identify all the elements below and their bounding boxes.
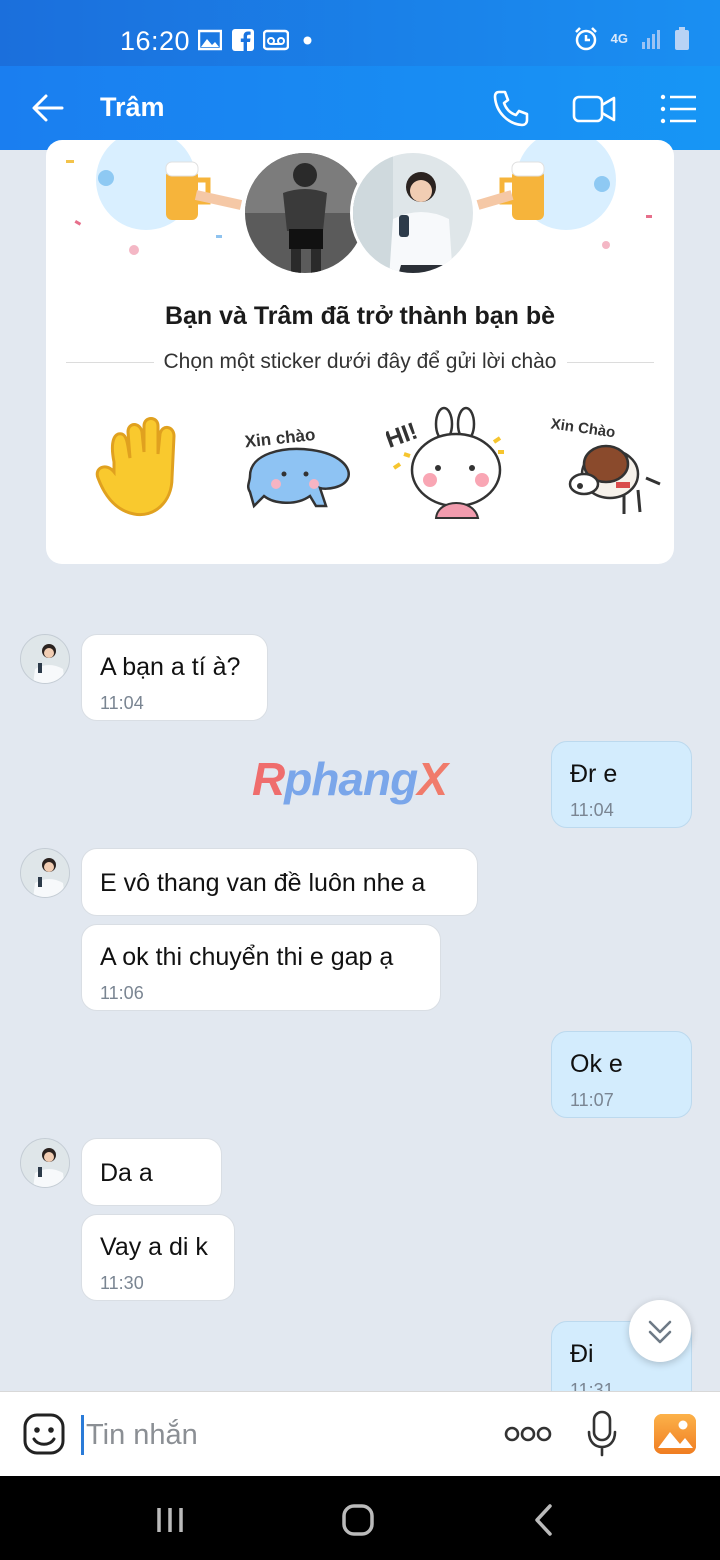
more-options-icon[interactable] xyxy=(503,1410,553,1458)
message-time: 11:06 xyxy=(100,983,144,1003)
message-text: E vô thang van đề luôn nhe a xyxy=(100,869,426,897)
voice-call-icon[interactable] xyxy=(488,86,534,132)
friend-card-subtitle: Chọn một sticker dưới đây để gửi lời chà… xyxy=(163,350,557,373)
facebook-notification-icon xyxy=(232,29,254,51)
signal-icon xyxy=(642,30,660,49)
status-bar: 16:20 4G xyxy=(0,0,720,66)
chat-options-menu-icon[interactable] xyxy=(656,86,702,132)
contact-avatar[interactable] xyxy=(20,848,70,898)
contact-name[interactable]: Trâm xyxy=(100,92,165,123)
double-chevron-down-icon xyxy=(648,1320,672,1344)
hi-bunny-sticker[interactable]: HI! xyxy=(386,402,506,526)
beer-mug-right-icon xyxy=(512,170,544,220)
message-text: A bạn a tí à? xyxy=(100,653,241,681)
message-bubble-incoming[interactable]: Vay a di k 11:30 xyxy=(81,1214,235,1301)
home-icon[interactable] xyxy=(336,1498,380,1542)
friend-card-subtitle-row: Chọn một sticker dưới đây để gửi lời chà… xyxy=(66,350,654,374)
xin-chao-dog-sticker[interactable]: Xin Chào xyxy=(546,402,666,526)
message-input[interactable] xyxy=(86,1412,466,1458)
message-time: 11:07 xyxy=(570,1090,614,1110)
divider-right xyxy=(566,361,654,363)
back-arrow-icon[interactable] xyxy=(28,88,68,128)
message-text: Đi xyxy=(570,1340,594,1368)
message-text: Vay a di k xyxy=(100,1233,208,1261)
voicemail-notification-icon xyxy=(263,29,289,51)
gallery-notification-icon xyxy=(198,29,222,51)
sticker-caption-xin-chao-dog: Xin Chào xyxy=(550,416,617,442)
system-navigation-bar xyxy=(0,1476,720,1560)
video-call-icon[interactable] xyxy=(571,86,617,132)
message-composer xyxy=(0,1391,720,1476)
recent-apps-icon[interactable] xyxy=(148,1498,192,1542)
divider-left xyxy=(66,361,154,363)
message-text: Đr e xyxy=(570,760,618,788)
beer-mug-left-icon xyxy=(166,170,198,220)
status-time: 16:20 xyxy=(120,26,191,56)
new-friend-card: Bạn và Trâm đã trở thành bạn bè Chọn một… xyxy=(46,140,674,564)
waving-hand-sticker[interactable] xyxy=(84,402,204,526)
more-notifications-dot-icon xyxy=(303,36,312,45)
scroll-to-bottom-button[interactable] xyxy=(629,1300,691,1362)
chat-header: Trâm xyxy=(0,66,720,150)
message-bubble-incoming[interactable]: A ok thi chuyển thi e gap ạ 11:06 xyxy=(81,924,441,1011)
message-text: A ok thi chuyển thi e gap ạ xyxy=(100,943,394,971)
message-bubble-outgoing[interactable]: Ok e 11:07 xyxy=(551,1031,692,1118)
sticker-caption-hi: HI! xyxy=(386,417,421,453)
message-time: 11:30 xyxy=(100,1273,144,1293)
nav-back-icon[interactable] xyxy=(522,1498,566,1542)
image-picker-icon[interactable] xyxy=(653,1410,697,1458)
status-right-group: 4G xyxy=(573,26,690,52)
xin-chao-blob-sticker[interactable]: Xin chào xyxy=(236,402,356,526)
message-time: 11:04 xyxy=(100,693,144,713)
message-bubble-incoming[interactable]: A bạn a tí à? 11:04 xyxy=(81,634,268,721)
message-time: 11:04 xyxy=(570,800,614,820)
contact-avatar-large xyxy=(350,150,476,276)
microphone-icon[interactable] xyxy=(586,1410,618,1458)
sticker-caption-xin-chao: Xin chào xyxy=(244,425,316,451)
message-bubble-incoming[interactable]: E vô thang van đề luôn nhe a xyxy=(81,848,478,916)
sticker-emoji-icon[interactable] xyxy=(22,1412,66,1456)
alarm-icon xyxy=(574,27,597,51)
friend-card-headline: Bạn và Trâm đã trở thành bạn bè xyxy=(164,302,556,330)
text-cursor xyxy=(81,1415,84,1455)
message-bubble-incoming[interactable]: Da a xyxy=(81,1138,222,1206)
message-bubble-outgoing[interactable]: Đr e 11:04 xyxy=(551,741,692,828)
battery-icon xyxy=(675,27,689,50)
contact-avatar[interactable] xyxy=(20,1138,70,1188)
message-text: Da a xyxy=(100,1159,153,1187)
network-type-label: 4G xyxy=(610,31,628,46)
watermark-logo: RphangX xyxy=(252,753,448,805)
message-text: Ok e xyxy=(570,1050,623,1078)
contact-avatar[interactable] xyxy=(20,634,70,684)
